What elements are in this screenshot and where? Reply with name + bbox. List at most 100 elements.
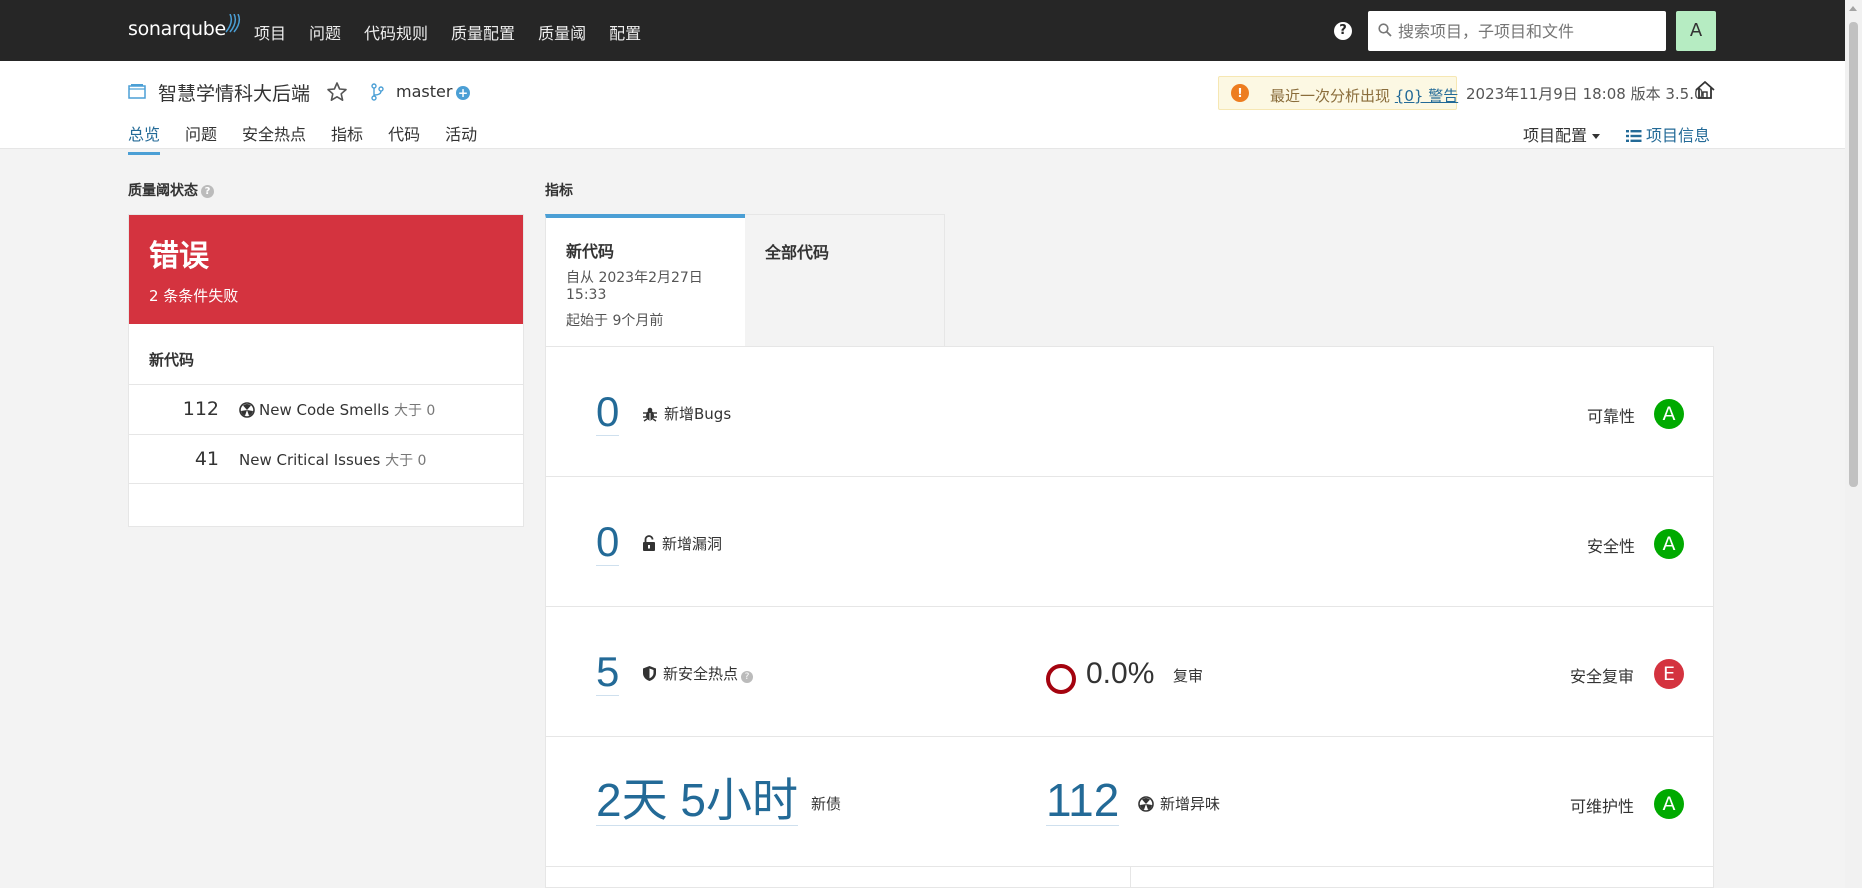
tab-measures[interactable]: 指标 — [331, 121, 363, 155]
condition-label: New Code Smells 大于 0 — [239, 400, 435, 420]
bug-icon — [643, 407, 657, 422]
quality-gate-card: 错误 2 条条件失败 新代码 112 New Code Smells 大于 0 … — [128, 214, 524, 527]
new-vulnerabilities-label: 新增漏洞 — [642, 533, 722, 554]
project-settings-label: 项目配置 — [1523, 126, 1588, 145]
tab-issues[interactable]: 问题 — [185, 121, 217, 155]
new-hotspots-text: 新安全热点 — [663, 665, 739, 683]
warning-text: 最近一次分析出现 {0} 警告 — [1270, 85, 1458, 106]
new-vulnerabilities-text: 新增漏洞 — [662, 535, 723, 553]
sonarqube-logo[interactable]: sonarqube — [128, 14, 241, 40]
search-input[interactable] — [1398, 19, 1658, 43]
metrics-title: 指标 — [545, 183, 573, 199]
page-scrollbar[interactable] — [1845, 0, 1862, 888]
help-question-icon[interactable]: ? — [741, 671, 754, 683]
metric-row-maintainability: 2天 5小时 新债 112 新增异味 可维护性 A — [546, 737, 1713, 867]
shield-icon — [643, 666, 656, 681]
metrics-panel: 0 新增Bugs 可靠性 A 0 新增漏洞 安全性 A 5 新安全热点 ? 0.… — [545, 346, 1714, 888]
help-question-icon[interactable]: ? — [201, 185, 214, 198]
top-navbar: sonarqube 项目 问题 代码规则 质量配置 质量阈 配置 ? A — [0, 0, 1862, 61]
nav-administration[interactable]: 配置 — [609, 20, 641, 44]
condition-row[interactable]: 41 New Critical Issues 大于 0 — [129, 434, 523, 484]
tab-overall-code-label: 全部代码 — [765, 243, 830, 262]
home-icon[interactable] — [1694, 80, 1716, 100]
chevron-down-icon — [1592, 134, 1601, 139]
quality-gate-title: 质量阈状态? — [128, 180, 214, 200]
condition-label: New Critical Issues 大于 0 — [239, 450, 426, 470]
project-info-button[interactable]: 项目信息 — [1626, 122, 1710, 146]
unlock-icon — [643, 535, 655, 551]
warning-icon: ! — [1231, 84, 1249, 102]
condition-metric: New Code Smells — [259, 401, 390, 419]
quality-gate-status: 错误 2 条条件失败 — [129, 215, 523, 324]
analysis-warning: ! 最近一次分析出现 {0} 警告 — [1218, 76, 1458, 110]
maintainability-rating[interactable]: A — [1654, 789, 1684, 819]
new-debt-value[interactable]: 2天 5小时 — [596, 775, 798, 826]
new-vulnerabilities-value[interactable]: 0 — [596, 519, 620, 566]
security-rating[interactable]: A — [1654, 529, 1684, 559]
condition-metric: New Critical Issues — [239, 451, 381, 469]
tab-new-code[interactable]: 新代码 自从 2023年2月27日 15:33 起始于 9个月前 — [545, 214, 745, 348]
metric-row-security: 0 新增漏洞 安全性 A — [546, 477, 1713, 607]
reliability-rating[interactable]: A — [1654, 399, 1684, 429]
code-smell-icon — [1138, 796, 1154, 812]
quality-gate-title-text: 质量阈状态 — [128, 183, 198, 199]
new-hotspots-label: 新安全热点? — [642, 663, 754, 684]
metric-row-reliability: 0 新增Bugs 可靠性 A — [546, 347, 1713, 477]
tab-code[interactable]: 代码 — [388, 121, 420, 155]
project-tabs: 总览 问题 安全热点 指标 代码 活动 — [128, 121, 502, 155]
scroll-up-arrow-icon[interactable] — [1849, 6, 1857, 11]
security-review-label: 安全复审 — [1570, 667, 1635, 686]
condition-operator: 大于 0 — [393, 403, 436, 419]
scrollbar-thumb[interactable] — [1849, 22, 1858, 487]
nav-projects[interactable]: 项目 — [254, 20, 286, 44]
main-nav: 项目 问题 代码规则 质量配置 质量阈 配置 — [254, 20, 664, 44]
new-code-smells-value[interactable]: 112 — [1046, 775, 1120, 826]
new-bugs-label: 新增Bugs — [642, 403, 731, 424]
security-label: 安全性 — [1587, 537, 1636, 556]
project-name[interactable]: 智慧学情科大后端 — [158, 79, 310, 106]
code-smell-icon — [239, 402, 255, 418]
new-code-started-ago: 起始于 9个月前 — [566, 313, 664, 329]
review-donut-icon — [1046, 664, 1076, 694]
nav-rules[interactable]: 代码规则 — [364, 20, 428, 44]
analysis-date: 2023年11月9日 18:08 版本 3.5.0 — [1466, 85, 1704, 103]
project-header: 智慧学情科大后端 master + ! 最近一次分析出现 {0} 警告 2023… — [0, 61, 1845, 155]
nav-quality-profiles[interactable]: 质量配置 — [451, 20, 515, 44]
reviewed-percentage[interactable]: 0.0% — [1086, 657, 1154, 691]
new-debt-label: 新债 — [811, 795, 842, 813]
help-icon[interactable]: ? — [1334, 22, 1352, 40]
new-code-since: 自从 2023年2月27日 15:33 — [566, 270, 703, 303]
project-icon — [128, 84, 146, 99]
tab-activity[interactable]: 活动 — [445, 121, 477, 155]
security-review-rating[interactable]: E — [1654, 659, 1684, 689]
condition-value: 41 — [194, 448, 219, 470]
new-bugs-text: 新增Bugs — [664, 405, 732, 423]
add-branch-icon[interactable]: + — [456, 86, 470, 100]
new-hotspots-value[interactable]: 5 — [596, 649, 620, 696]
reliability-label: 可靠性 — [1587, 407, 1636, 426]
tab-overview[interactable]: 总览 — [128, 121, 161, 155]
project-info-label: 项目信息 — [1646, 126, 1711, 145]
branch-icon — [371, 83, 384, 101]
maintainability-label: 可维护性 — [1570, 797, 1635, 816]
tab-overall-code[interactable]: 全部代码 — [745, 214, 945, 348]
new-bugs-value[interactable]: 0 — [596, 389, 620, 436]
new-code-label: 新代码 — [149, 351, 195, 369]
warning-link[interactable]: {0} 警告 — [1395, 87, 1458, 105]
new-code-smells-label: 新增异味 — [1138, 793, 1220, 814]
reviewed-label: 复审 — [1173, 667, 1204, 685]
project-settings-dropdown[interactable]: 项目配置 — [1523, 122, 1601, 146]
branch-name[interactable]: master — [396, 82, 452, 101]
logo-waves-icon — [225, 14, 241, 33]
tab-security-hotspots[interactable]: 安全热点 — [242, 121, 306, 155]
condition-operator: 大于 0 — [385, 453, 427, 469]
nav-quality-gates[interactable]: 质量阈 — [538, 20, 586, 44]
favorite-star-icon[interactable] — [326, 81, 348, 103]
failed-conditions-count: 2 条条件失败 — [149, 287, 239, 305]
user-avatar[interactable]: A — [1676, 11, 1716, 51]
condition-value: 112 — [182, 398, 219, 420]
nav-issues[interactable]: 问题 — [309, 20, 341, 44]
logo-text: sonarqube — [128, 18, 226, 40]
new-code-smells-text: 新增异味 — [1160, 795, 1221, 813]
condition-row[interactable]: 112 New Code Smells 大于 0 — [129, 384, 523, 434]
